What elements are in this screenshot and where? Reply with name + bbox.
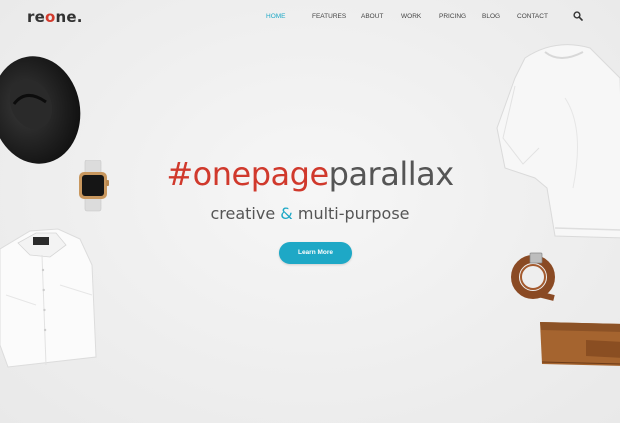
learn-more-button[interactable]: Learn More [279,242,352,264]
logo[interactable]: reone. [27,8,83,26]
watch-image [79,160,109,212]
subtitle-post: multi-purpose [292,204,410,223]
headline-dark: parallax [328,155,455,193]
headline-red: #onepage [166,155,329,193]
hat-image [0,56,81,164]
belt-image [511,252,555,301]
logo-text-pre: re [27,8,45,26]
nav-contact[interactable]: CONTACT [517,13,562,20]
main-nav: HOME FEATURES ABOUT WORK PRICING BLOG CO… [266,13,562,20]
subtitle-amp: & [280,204,293,223]
nav-pricing[interactable]: PRICING [439,13,482,20]
nav-blog[interactable]: BLOG [482,13,517,20]
wallet-image [540,322,620,366]
logo-text-post: ne. [55,8,83,26]
nav-work[interactable]: WORK [401,13,439,20]
subtitle-pre: creative [210,204,281,223]
shirt-image [0,228,97,368]
search-icon[interactable] [573,11,583,21]
sweater-image [496,44,620,239]
nav-features[interactable]: FEATURES [312,13,361,20]
nav-home[interactable]: HOME [266,13,312,20]
nav-about[interactable]: ABOUT [361,13,401,20]
logo-text-o: o [44,8,56,26]
